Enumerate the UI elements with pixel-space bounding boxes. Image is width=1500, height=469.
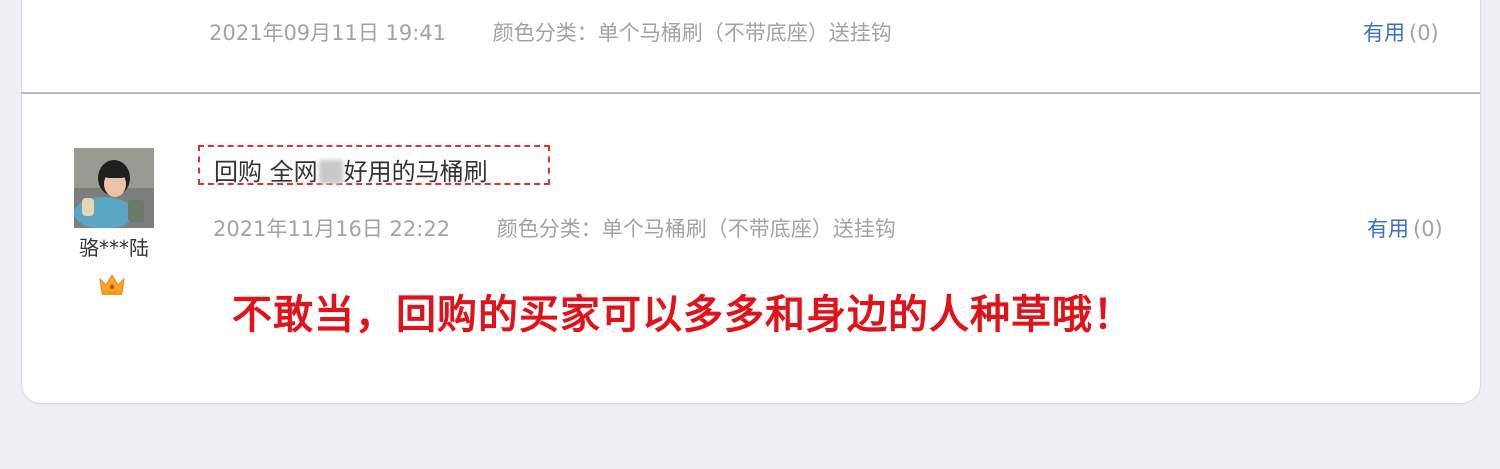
review-title: 回购 全网 好用的马桶刷 [214, 152, 488, 187]
useful-label[interactable]: 有用 [1367, 217, 1409, 241]
prev-review-meta: 2021年09月11日 19:41 颜色分类：单个马桶刷（不带底座）送挂钩 [209, 17, 892, 47]
review-date: 2021年11月16日 22:22 [213, 217, 451, 241]
review-meta: 2021年11月16日 22:22 颜色分类：单个马桶刷（不带底座）送挂钩 [213, 213, 896, 243]
review-title-part2: 好用的马桶刷 [343, 158, 488, 186]
review-sku: 颜色分类：单个马桶刷（不带底座）送挂钩 [496, 217, 896, 241]
prev-useful-label[interactable]: 有用 [1363, 21, 1405, 45]
review-card [21, 0, 1481, 404]
review-title-highlight: 回购 全网 好用的马桶刷 [198, 145, 550, 187]
useful-button[interactable]: 有用 (0) [1367, 213, 1443, 243]
username: 骆***陆 [79, 236, 149, 260]
prev-useful-button[interactable]: 有用 (0) [1363, 17, 1439, 47]
blurred-character [318, 160, 343, 184]
seller-annotation: 不敢当，回购的买家可以多多和身边的人种草哦！ [232, 292, 1134, 338]
prev-useful-count: (0) [1409, 21, 1439, 45]
user-photo-icon [74, 148, 154, 228]
user-avatar[interactable] [74, 148, 154, 228]
crown-icon [97, 271, 127, 301]
prev-review-date: 2021年09月11日 19:41 [209, 21, 447, 45]
review-divider [21, 92, 1480, 94]
prev-review-sku: 颜色分类：单个马桶刷（不带底座）送挂钩 [492, 21, 892, 45]
review-title-part1: 回购 全网 [214, 158, 318, 186]
useful-count: (0) [1413, 217, 1443, 241]
